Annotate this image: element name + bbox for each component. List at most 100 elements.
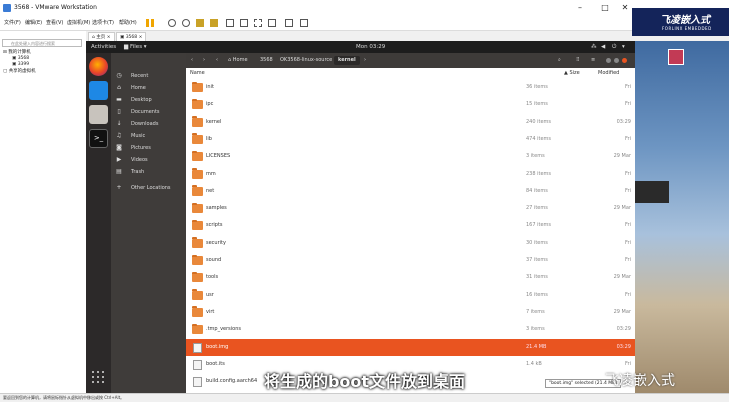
file-row[interactable]: virt 7 items 29 Mar (186, 304, 635, 321)
column-size[interactable]: ▲ Size (564, 68, 580, 79)
file-modified: Fri (625, 239, 631, 246)
window-title: 3568 - VMware Workstation (14, 4, 97, 11)
network-icon[interactable]: ⁂ (591, 41, 597, 53)
folder-icon (192, 150, 203, 162)
file-name: lib (206, 135, 212, 142)
column-name[interactable]: Name (190, 68, 205, 79)
file-row[interactable]: .tmp_versions 3 items 03:29 (186, 321, 635, 338)
terminal-icon[interactable]: >_ (89, 129, 108, 148)
view-options-icon[interactable]: ⠿ (576, 53, 580, 68)
library-shared[interactable]: ▢ 共享的虚拟机 (3, 68, 36, 74)
menu-tabs[interactable]: 选项卡(T) (92, 16, 114, 30)
back-icon[interactable]: ‹ (191, 53, 193, 68)
file-row[interactable]: ipc 15 items Fri (186, 96, 635, 113)
file-size: 36 items (526, 84, 548, 90)
sidebar-item-other-locations[interactable]: + Other Locations (111, 182, 186, 194)
file-row[interactable]: boot.its 1.4 kB Fri (186, 356, 635, 373)
sidebar-item-videos[interactable]: ▶ Videos (111, 154, 186, 166)
file-icon (193, 342, 202, 353)
menu-edit[interactable]: 编辑(E) (25, 16, 42, 30)
search-icon[interactable]: ⌕ (558, 53, 561, 68)
revert-icon[interactable] (182, 19, 190, 27)
desktop-shortcut-icon[interactable] (668, 49, 684, 65)
file-row[interactable]: lib 474 items Fri (186, 131, 635, 148)
sidebar-item-music[interactable]: ♫ Music (111, 130, 186, 142)
download-icon: ↓ (116, 120, 122, 127)
menu-vm[interactable]: 虚拟机(M) (67, 16, 90, 30)
file-row[interactable]: usr 16 items Fri (186, 287, 635, 304)
clock[interactable]: Mon 03:29 (356, 41, 385, 53)
breadcrumb-home[interactable]: ⌂ Home (224, 56, 252, 65)
file-row[interactable]: mm 238 items Fri (186, 166, 635, 183)
file-row[interactable]: sound 37 items Fri (186, 252, 635, 269)
fullscreen-icon[interactable] (254, 19, 262, 27)
breadcrumb-source[interactable]: OK3568-linux-source (276, 56, 336, 65)
library-item-3399[interactable]: ▣ 3399 (12, 62, 29, 67)
activities-button[interactable]: Activities (91, 41, 116, 53)
files-app-menu[interactable]: ▆ Files ▾ (124, 41, 147, 53)
thunderbird-icon[interactable] (89, 81, 108, 100)
maximize-window-icon[interactable] (614, 58, 619, 63)
vmware-app-icon (3, 4, 11, 12)
manage-icon[interactable] (210, 19, 218, 27)
pause-icon[interactable] (146, 19, 149, 27)
library-root-label: 我的计算机 (8, 50, 31, 55)
sidebar-item-label: Other Locations (131, 185, 171, 191)
snapshot-icon[interactable] (168, 19, 176, 27)
file-row[interactable]: LICENSES 3 items 29 Mar (186, 148, 635, 165)
close-window-icon[interactable] (622, 58, 627, 63)
sidebar-item-label: Trash (131, 169, 145, 175)
sidebar-item-recent[interactable]: ◷ Recent (111, 70, 186, 82)
file-row[interactable]: init 36 items Fri (186, 79, 635, 96)
thumbnail-view-icon[interactable] (240, 19, 248, 27)
breadcrumb-left-chevron-icon[interactable]: ‹ (216, 53, 218, 68)
sidebar-item-documents[interactable]: ▯ Documents (111, 106, 186, 118)
sidebar-item-desktop[interactable]: ▬ Desktop (111, 94, 186, 106)
library-search-input[interactable]: 在此处键入内容进行搜索 (2, 39, 82, 47)
maximize-button[interactable]: □ (595, 0, 615, 16)
firefox-icon[interactable] (89, 57, 108, 76)
breadcrumb-3568[interactable]: 3568 (256, 56, 277, 65)
snapshot-manager-icon[interactable] (196, 19, 204, 27)
unity-icon[interactable] (268, 19, 276, 27)
tab-home-label: 主页 (96, 35, 106, 40)
volume-icon[interactable]: ◀ (601, 41, 605, 53)
console-view-icon[interactable] (285, 19, 293, 27)
sidebar-item-home[interactable]: ⌂ Home (111, 82, 186, 94)
menu-help[interactable]: 帮助(H) (119, 16, 137, 30)
file-size: 3 items (526, 153, 545, 160)
menu-view[interactable]: 查看(V) (46, 16, 63, 30)
minimize-window-icon[interactable] (606, 58, 611, 63)
forward-icon[interactable]: › (203, 53, 205, 68)
power-icon[interactable]: ⏻ (612, 41, 616, 53)
breadcrumb-right-chevron-icon[interactable]: › (364, 53, 366, 68)
sidebar-item-downloads[interactable]: ↓ Downloads (111, 118, 186, 130)
file-row[interactable]: security 30 items Fri (186, 235, 635, 252)
menu-icon[interactable]: ≡ (591, 53, 595, 68)
library-view-icon[interactable] (226, 19, 234, 27)
file-row[interactable]: samples 27 items 29 Mar (186, 200, 635, 217)
sidebar-item-pictures[interactable]: ◙ Pictures (111, 142, 186, 154)
file-row[interactable]: scripts 167 items Fri (186, 217, 635, 234)
vmware-library-panel: 在此处键入内容进行搜索 ⊟ 我的计算机 ▣ 3568 ▣ 3399 ▢ 共享的虚… (0, 31, 87, 393)
sidebar-item-label: Home (131, 85, 146, 91)
file-row[interactable]: tools 31 items 29 Mar (186, 269, 635, 286)
file-row[interactable]: net 84 items Fri (186, 183, 635, 200)
breadcrumb-kernel[interactable]: kernel (334, 56, 360, 65)
sidebar-item-label: Pictures (131, 145, 151, 151)
menu-file[interactable]: 文件(F) (4, 16, 21, 30)
stretch-icon[interactable] (300, 19, 308, 27)
file-row[interactable]: boot.img 21.4 MB 03:29 (186, 338, 635, 356)
file-size: 37 items (526, 257, 548, 263)
file-row[interactable]: kernel 240 items 03:29 (186, 114, 635, 131)
minimize-button[interactable]: – (570, 0, 590, 16)
library-item-3568[interactable]: ▣ 3568 (12, 56, 29, 61)
files-icon[interactable] (89, 105, 108, 124)
library-root[interactable]: ⊟ 我的计算机 (3, 49, 31, 55)
file-name: net (206, 187, 215, 194)
column-modified[interactable]: Modified (598, 68, 619, 79)
system-menu-chevron-icon[interactable]: ▾ (622, 41, 625, 53)
file-size: 15 items (526, 101, 548, 108)
sidebar-item-trash[interactable]: ▤ Trash (111, 166, 186, 178)
background-window[interactable] (635, 181, 669, 203)
